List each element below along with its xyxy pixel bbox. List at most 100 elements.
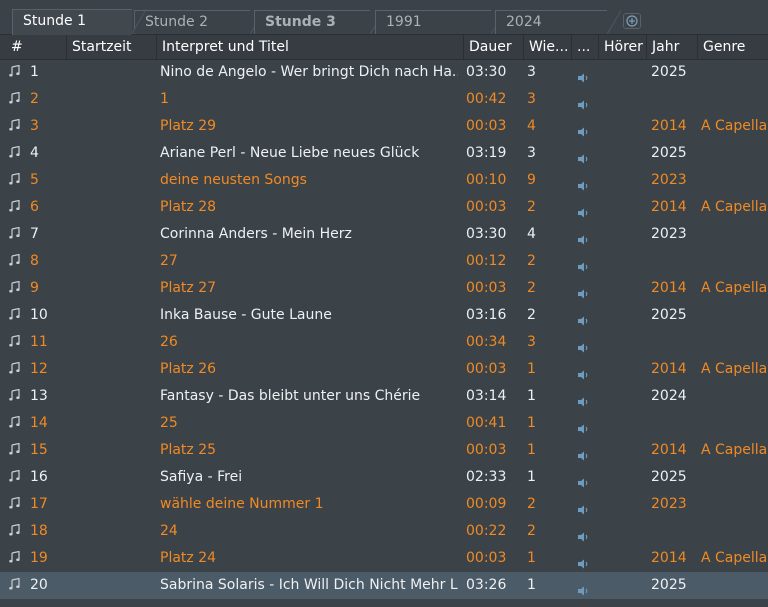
table-row[interactable]: 12 Platz 26 00:03 1 2014 A Capella xyxy=(0,356,768,383)
speaker-icon[interactable] xyxy=(576,175,590,191)
add-tab-button[interactable] xyxy=(623,13,641,29)
tab-stunde-1[interactable]: Stunde 1 xyxy=(12,9,146,35)
row-duration: 03:19 xyxy=(466,145,507,161)
speaker-icon[interactable] xyxy=(576,67,590,83)
speaker-icon[interactable] xyxy=(576,445,590,461)
speaker-icon[interactable] xyxy=(576,364,590,380)
speaker-icon[interactable] xyxy=(576,229,590,245)
row-duration: 00:42 xyxy=(466,91,507,107)
row-title: Platz 27 xyxy=(160,280,217,296)
speaker-icon[interactable] xyxy=(576,121,590,137)
speaker-icon[interactable] xyxy=(576,391,590,407)
column-header-listener[interactable]: Hörer xyxy=(598,35,646,59)
speaker-icon[interactable] xyxy=(576,499,590,515)
tab-1991[interactable]: 1991 xyxy=(375,10,505,34)
table-row[interactable]: 7 Corinna Anders - Mein Herz 03:30 4 2023 xyxy=(0,221,768,248)
row-year: 2014 xyxy=(651,280,687,296)
row-duration: 00:12 xyxy=(466,253,507,269)
speaker-icon[interactable] xyxy=(576,472,590,488)
tab-stunde-3[interactable]: Stunde 3 xyxy=(254,10,384,34)
column-header-repeats[interactable]: Wie... xyxy=(523,35,571,59)
speaker-icon[interactable] xyxy=(576,418,590,434)
row-year: 2014 xyxy=(651,361,687,377)
row-repeats: 3 xyxy=(527,145,536,161)
table-row[interactable]: 5 deine neusten Songs 00:10 9 2023 xyxy=(0,167,768,194)
row-year: 2014 xyxy=(651,442,687,458)
column-header-number[interactable]: # xyxy=(0,35,66,59)
column-header-duration[interactable]: Dauer xyxy=(463,35,523,59)
row-genre: A Capella xyxy=(701,442,768,458)
column-header-title[interactable]: Interpret und Titel xyxy=(156,35,463,59)
row-number: 15 xyxy=(30,442,48,458)
row-year: 2025 xyxy=(651,64,687,80)
music-note-icon xyxy=(9,329,23,356)
row-duration: 03:14 xyxy=(466,388,507,404)
table-row[interactable]: 15 Platz 25 00:03 1 2014 A Capella xyxy=(0,437,768,464)
row-title: Platz 26 xyxy=(160,361,217,377)
row-title: 26 xyxy=(160,334,178,350)
row-title: Platz 29 xyxy=(160,118,217,134)
table-row[interactable]: 8 27 00:12 2 xyxy=(0,248,768,275)
row-title: Inka Bause - Gute Laune xyxy=(160,307,332,323)
row-number: 13 xyxy=(30,388,48,404)
column-header-year[interactable]: Jahr xyxy=(646,35,697,59)
speaker-icon[interactable] xyxy=(576,580,590,596)
table-row[interactable]: 16 Safiya - Frei 02:33 1 2025 xyxy=(0,464,768,491)
row-genre xyxy=(701,383,768,410)
table-row[interactable]: 17 wähle deine Nummer 1 00:09 2 2023 xyxy=(0,491,768,518)
row-duration: 00:03 xyxy=(466,280,507,296)
music-note-icon xyxy=(9,518,23,545)
speaker-icon[interactable] xyxy=(576,148,590,164)
row-repeats: 2 xyxy=(527,199,536,215)
row-number: 4 xyxy=(30,145,39,161)
row-year: 2025 xyxy=(651,145,687,161)
column-header-genre[interactable]: Genre xyxy=(697,35,768,59)
speaker-icon[interactable] xyxy=(576,256,590,272)
speaker-icon[interactable] xyxy=(576,553,590,569)
column-header-start-time[interactable]: Startzeit xyxy=(66,35,156,59)
column-header-more[interactable]: ... xyxy=(571,35,598,59)
row-number: 19 xyxy=(30,550,48,566)
row-title: Ariane Perl - Neue Liebe neues Glück xyxy=(160,145,420,161)
table-row[interactable]: 1 Nino de Angelo - Wer bringt Dich nach H… xyxy=(0,59,768,86)
row-year xyxy=(651,410,695,437)
speaker-icon[interactable] xyxy=(576,202,590,218)
table-row[interactable]: 19 Platz 24 00:03 1 2014 A Capella xyxy=(0,545,768,572)
tab-label: 1991 xyxy=(386,14,422,30)
music-note-icon xyxy=(9,86,23,113)
row-title: Platz 25 xyxy=(160,442,217,458)
row-repeats: 4 xyxy=(527,226,536,242)
row-duration: 00:41 xyxy=(466,415,507,431)
table-row[interactable]: 11 26 00:34 3 xyxy=(0,329,768,356)
table-row[interactable]: 10 Inka Bause - Gute Laune 03:16 2 2025 xyxy=(0,302,768,329)
row-genre xyxy=(701,167,768,194)
row-number: 8 xyxy=(30,253,39,269)
row-number: 11 xyxy=(30,334,48,350)
table-row[interactable]: 13 Fantasy - Das bleibt unter uns Chérie 0… xyxy=(0,383,768,410)
speaker-icon[interactable] xyxy=(576,94,590,110)
row-title: Fantasy - Das bleibt unter uns Chérie xyxy=(160,388,421,404)
music-note-icon xyxy=(9,248,23,275)
table-row[interactable]: 6 Platz 28 00:03 2 2014 A Capella xyxy=(0,194,768,221)
table-row[interactable]: 18 24 00:22 2 xyxy=(0,518,768,545)
speaker-icon[interactable] xyxy=(576,337,590,353)
row-genre xyxy=(701,410,768,437)
row-title: Platz 24 xyxy=(160,550,217,566)
row-number: 7 xyxy=(30,226,39,242)
table-row[interactable]: 14 25 00:41 1 xyxy=(0,410,768,437)
table-row[interactable]: 4 Ariane Perl - Neue Liebe neues Glück 03:… xyxy=(0,140,768,167)
row-repeats: 2 xyxy=(527,307,536,323)
speaker-icon[interactable] xyxy=(576,310,590,326)
tab-label: 2024 xyxy=(506,14,542,30)
row-year: 2025 xyxy=(651,469,687,485)
speaker-icon[interactable] xyxy=(576,283,590,299)
table-row[interactable]: 2 1 00:42 3 xyxy=(0,86,768,113)
row-genre xyxy=(701,464,768,491)
speaker-icon[interactable] xyxy=(576,526,590,542)
table-row[interactable]: 9 Platz 27 00:03 2 2014 A Capella xyxy=(0,275,768,302)
music-note-icon xyxy=(9,302,23,329)
tab-stunde-2[interactable]: Stunde 2 xyxy=(134,10,264,34)
row-title: 25 xyxy=(160,415,178,431)
table-row[interactable]: 3 Platz 29 00:03 4 2014 A Capella xyxy=(0,113,768,140)
tab-2024[interactable]: 2024 xyxy=(495,10,621,34)
